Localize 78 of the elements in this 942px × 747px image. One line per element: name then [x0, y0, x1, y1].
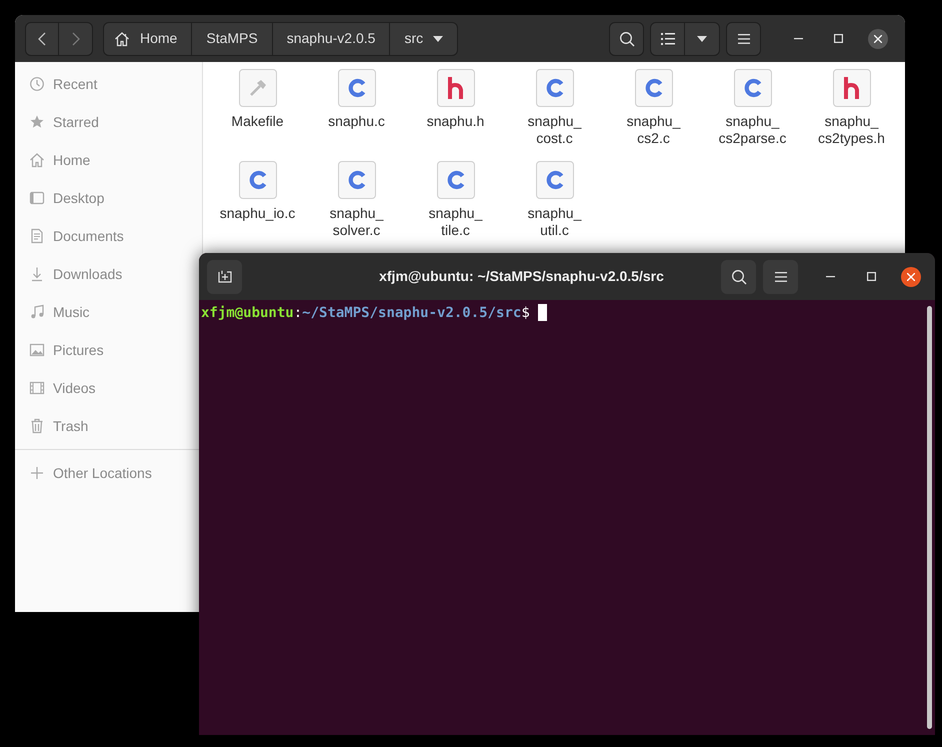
path-button[interactable]: snaphu-v2.0.5 [272, 22, 390, 56]
clock-icon [29, 76, 45, 92]
search-button[interactable] [609, 22, 644, 56]
path-button[interactable]: Home [103, 22, 192, 56]
download-icon [29, 266, 45, 282]
path-button[interactable]: StaMPS [192, 22, 273, 56]
search-button[interactable] [721, 260, 756, 294]
file-name: snaphu.c [328, 113, 385, 130]
file-item[interactable]: snaphu_ cs2.c [604, 69, 703, 161]
new-tab-button[interactable] [207, 260, 242, 294]
close-button[interactable] [901, 266, 921, 286]
window-title: xfjm@ubuntu: ~/StaMPS/snaphu-v2.0.5/src [379, 267, 664, 286]
music-note-icon [29, 304, 45, 320]
trash-icon [29, 418, 45, 434]
h-letter-drawing [842, 77, 860, 99]
file-item[interactable]: snaphu_ cs2parse.c [703, 69, 802, 161]
file-name: snaphu.h [426, 113, 484, 130]
c-letter-drawing [346, 168, 368, 192]
menu-button[interactable] [726, 22, 761, 56]
c-letter-drawing [444, 168, 466, 192]
menu-button[interactable] [763, 260, 798, 294]
minimize-icon [794, 38, 802, 40]
file-name: snaphu_ util.c [528, 205, 582, 239]
file-item[interactable]: snaphu.c [307, 69, 406, 161]
menu-icon [774, 272, 786, 282]
file-item[interactable]: snaphu_ cs2types.h [802, 69, 901, 161]
file-item[interactable]: snaphu.h [406, 69, 505, 161]
list-view-button[interactable] [650, 22, 685, 56]
home-icon [29, 152, 45, 168]
file-item[interactable]: snaphu_ tile.c [406, 161, 505, 253]
minimize-icon [826, 276, 834, 278]
file-item[interactable]: snaphu_ util.c [505, 161, 604, 253]
hammer-drawing [248, 78, 268, 98]
close-icon [907, 272, 915, 280]
chevron-right-icon [72, 32, 80, 46]
chevron-left-icon [38, 32, 46, 46]
h-letter-drawing [446, 77, 464, 99]
prompt-line: xfjm@ubuntu:~/StaMPS/snaphu-v2.0.5/src$ [201, 304, 530, 322]
search-icon [618, 30, 634, 46]
c-letter-drawing [346, 76, 368, 100]
file-name: snaphu_io.c [220, 205, 296, 222]
c-letter-drawing [642, 76, 664, 100]
file-name: snaphu_ cs2types.h [818, 113, 885, 147]
c-letter-drawing [742, 76, 764, 100]
file-item[interactable]: Makefile [208, 69, 307, 161]
close-icon [874, 34, 882, 42]
file-item[interactable]: snaphu_io.c [208, 161, 307, 253]
home-icon [114, 30, 130, 46]
file-name: Makefile [231, 113, 284, 130]
new-tab-icon [218, 270, 232, 283]
c-letter-drawing [246, 168, 268, 192]
file-name: snaphu_ tile.c [428, 205, 482, 239]
c-letter-drawing [544, 168, 566, 192]
file-name: snaphu_ cs2parse.c [718, 113, 786, 147]
film-icon [29, 380, 45, 396]
path-button[interactable]: src [390, 22, 458, 56]
desktop-icon [29, 190, 45, 206]
caret-icon [697, 36, 707, 42]
file-name: snaphu_ cs2.c [626, 113, 680, 147]
search-icon [730, 268, 746, 284]
back-button[interactable] [25, 22, 59, 56]
file-name: snaphu_ cost.c [528, 113, 582, 147]
close-button[interactable] [868, 28, 888, 48]
maximize-icon [834, 34, 842, 43]
caret-icon [433, 36, 444, 42]
file-item[interactable]: snaphu_ solver.c [307, 161, 406, 253]
file-name: snaphu_ solver.c [330, 205, 384, 239]
file-item[interactable]: snaphu_ cost.c [505, 69, 604, 161]
image-icon [29, 342, 45, 358]
document-icon [29, 228, 45, 244]
view-options-button[interactable] [685, 22, 720, 56]
menu-icon [738, 34, 750, 44]
plus-icon [29, 465, 45, 481]
text-cursor [538, 304, 547, 321]
star-icon [29, 114, 45, 130]
c-letter-drawing [544, 76, 566, 100]
list-icon [660, 32, 674, 44]
maximize-icon [866, 272, 876, 281]
